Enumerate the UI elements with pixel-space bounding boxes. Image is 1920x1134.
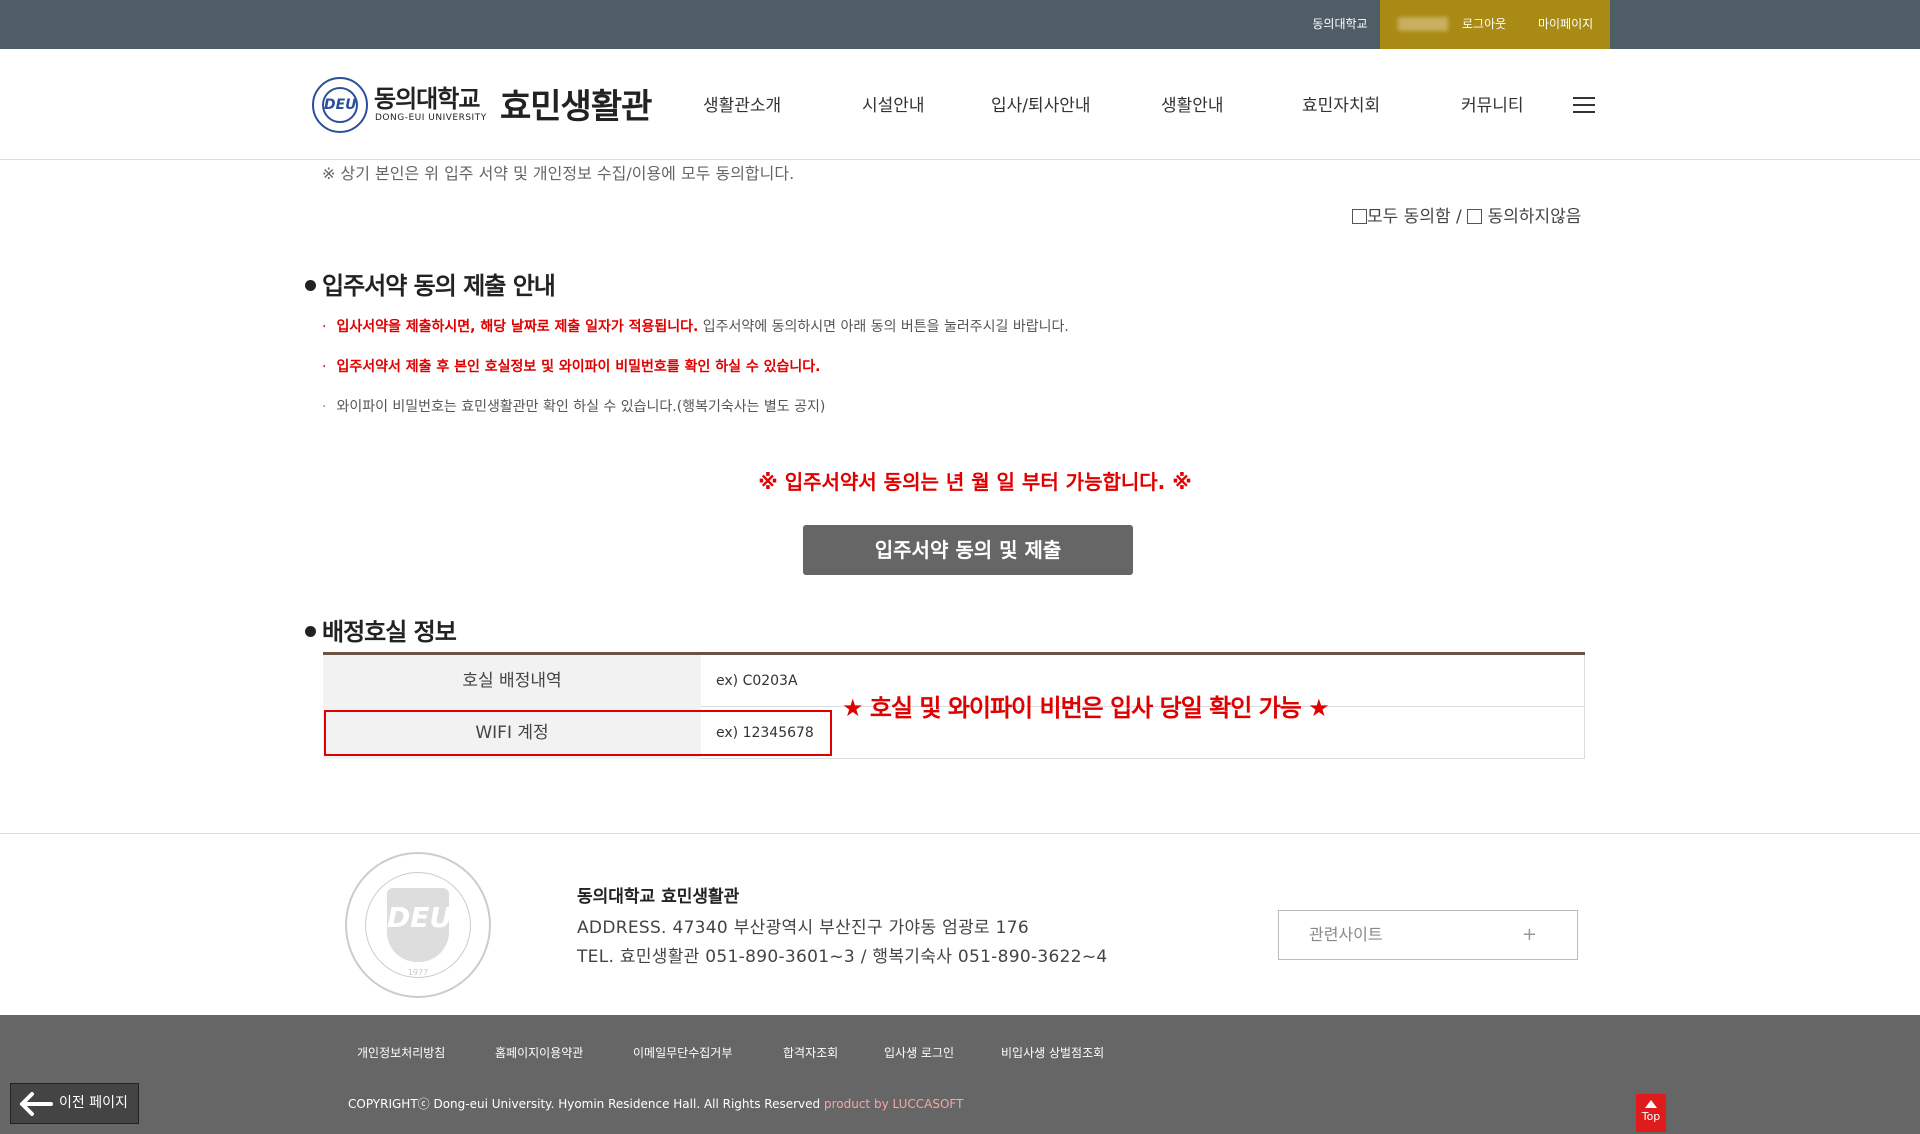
- footer-link-login[interactable]: 입사생 로그인: [884, 1044, 954, 1061]
- seal-year: 1977: [407, 968, 429, 977]
- room-section-title: 배정호실 정보: [305, 612, 457, 647]
- agree-options: 모두 동의함 / 동의하지않음: [1352, 202, 1581, 227]
- scroll-top-button[interactable]: Top: [1636, 1094, 1666, 1132]
- arrow-up-icon: [1645, 1100, 1657, 1108]
- site-logo[interactable]: DEU 동의대학교 DONG-EUI UNIVERSITY 효민생활관: [312, 77, 662, 133]
- agree-all-label: 모두 동의함: [1367, 207, 1451, 227]
- footer-link-email-refusal[interactable]: 이메일무단수집거부: [633, 1044, 732, 1061]
- submit-agreement-button[interactable]: 입주서약 동의 및 제출: [803, 525, 1133, 575]
- user-name-blurred: [1398, 17, 1448, 31]
- logo-university-english: DONG-EUI UNIVERSITY: [375, 113, 487, 123]
- guide-bullet-1: · 입사서약을 제출하시면, 해당 날짜로 제출 일자가 적용됩니다. 입주서약에…: [322, 319, 1069, 335]
- related-sites-select[interactable]: 관련사이트 +: [1278, 910, 1578, 960]
- agree-separator: /: [1456, 207, 1462, 227]
- university-emblem-icon: DEU: [312, 77, 368, 133]
- footer-links-bar: 개인정보처리방침 홈페이지이용약관 이메일무단수집거부 합격자조회 입사생 로그…: [0, 1015, 1920, 1134]
- footer-hall-name: 동의대학교 효민생활관: [577, 887, 740, 907]
- room-check-notice: ★ 호실 및 와이파이 비번은 입사 당일 확인 가능 ★: [842, 694, 1330, 722]
- bullet-dot-icon: [305, 280, 316, 291]
- nav-item-admission[interactable]: 입사/퇴사안내: [991, 91, 1091, 121]
- footer-link-merit[interactable]: 비입사생 상벌점조회: [1001, 1044, 1104, 1061]
- agree-all-checkbox[interactable]: [1352, 209, 1367, 224]
- disagree-checkbox[interactable]: [1467, 209, 1483, 224]
- site-header: DEU 동의대학교 DONG-EUI UNIVERSITY 효민생활관 생활관소…: [0, 49, 1920, 160]
- wifi-highlight-box: [324, 710, 832, 756]
- logout-link[interactable]: 로그아웃: [1462, 0, 1506, 49]
- footer-link-result[interactable]: 합격자조회: [783, 1044, 838, 1061]
- footer-link-terms[interactable]: 홈페이지이용약관: [495, 1044, 583, 1061]
- university-link[interactable]: 동의대학교: [1300, 0, 1380, 49]
- guide-bullet-3: · 와이파이 비밀번호는 효민생활관만 확인 하실 수 있습니다.(행복기숙사는 …: [322, 399, 826, 415]
- bullet-dot-icon: [305, 626, 316, 637]
- user-menu: 로그아웃 마이페이지: [1380, 0, 1610, 49]
- room-assignment-value: ex) C0203A: [716, 673, 798, 689]
- plus-icon: +: [1521, 924, 1537, 945]
- logo-hall-name: 효민생활관: [500, 87, 652, 127]
- guide-bullet-2: · 입주서약서 제출 후 본인 호실정보 및 와이파이 비밀번호를 확인 하실 수…: [322, 359, 821, 375]
- footer-info: DEU 1977 동의대학교 효민생활관 ADDRESS. 47340 부산광역…: [0, 833, 1920, 1015]
- product-by-link[interactable]: product by LUCCASOFT: [824, 1097, 963, 1111]
- nav-item-facility[interactable]: 시설안내: [862, 91, 925, 121]
- related-sites-label: 관련사이트: [1309, 925, 1383, 944]
- top-utility-bar: 동의대학교 로그아웃 마이페이지: [0, 0, 1920, 49]
- footer-address: ADDRESS. 47340 부산광역시 부산진구 가야동 엄광로 176: [577, 918, 1029, 938]
- back-page-label: 이전 페이지: [59, 1095, 128, 1111]
- logo-university-name: 동의대학교: [374, 85, 480, 113]
- seal-text: DEU: [387, 888, 452, 962]
- consent-notice: ※ 상기 본인은 위 입주 서약 및 개인정보 수집/이용에 모두 동의합니다.: [322, 164, 795, 183]
- disagree-label: 동의하지않음: [1487, 207, 1582, 227]
- hamburger-menu-icon[interactable]: [1573, 97, 1595, 113]
- copyright-text: COPYRIGHTⓒ Dong-eui University. Hyomin R…: [348, 1097, 964, 1111]
- submit-section-title: 입주서약 동의 제출 안내: [305, 266, 556, 301]
- arrow-left-icon: [20, 1092, 53, 1116]
- nav-item-intro[interactable]: 생활관소개: [703, 91, 781, 121]
- emblem-text: DEU: [322, 87, 358, 123]
- university-seal-icon: DEU 1977: [345, 852, 491, 998]
- room-assignment-label: 호실 배정내역: [323, 655, 701, 707]
- mypage-link[interactable]: 마이페이지: [1538, 0, 1593, 49]
- nav-item-council[interactable]: 효민자치회: [1302, 91, 1380, 121]
- footer-tel: TEL. 효민생활관 051-890-3601~3 / 행복기숙사 051-89…: [577, 947, 1108, 967]
- start-date-notice: ※ 입주서약서 동의는 년 월 일 부터 가능합니다. ※: [758, 470, 1192, 494]
- back-page-button[interactable]: 이전 페이지: [10, 1083, 139, 1124]
- footer-link-privacy[interactable]: 개인정보처리방침: [357, 1044, 445, 1061]
- nav-item-living[interactable]: 생활안내: [1161, 91, 1224, 121]
- nav-item-community[interactable]: 커뮤니티: [1461, 91, 1524, 121]
